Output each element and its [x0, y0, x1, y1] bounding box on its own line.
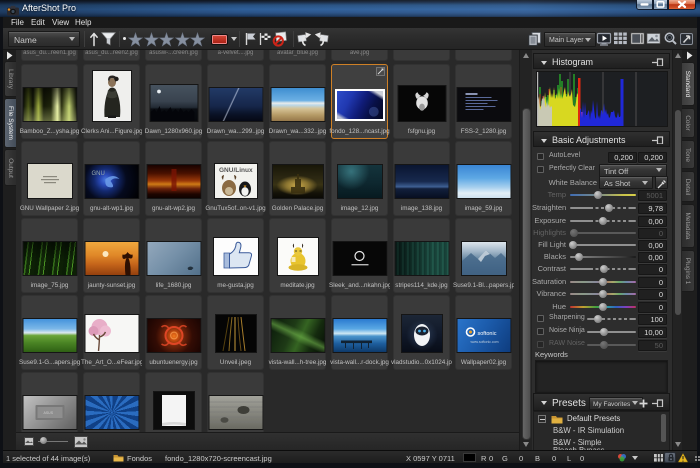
svg-text:ASUS: ASUS — [43, 411, 53, 415]
svg-text:GNU: GNU — [91, 171, 104, 177]
svg-text:softonic: softonic — [477, 331, 496, 337]
svg-text:www.softonic.com: www.softonic.com — [470, 340, 498, 344]
svg-text:GNU/Linux: GNU/Linux — [219, 167, 253, 174]
